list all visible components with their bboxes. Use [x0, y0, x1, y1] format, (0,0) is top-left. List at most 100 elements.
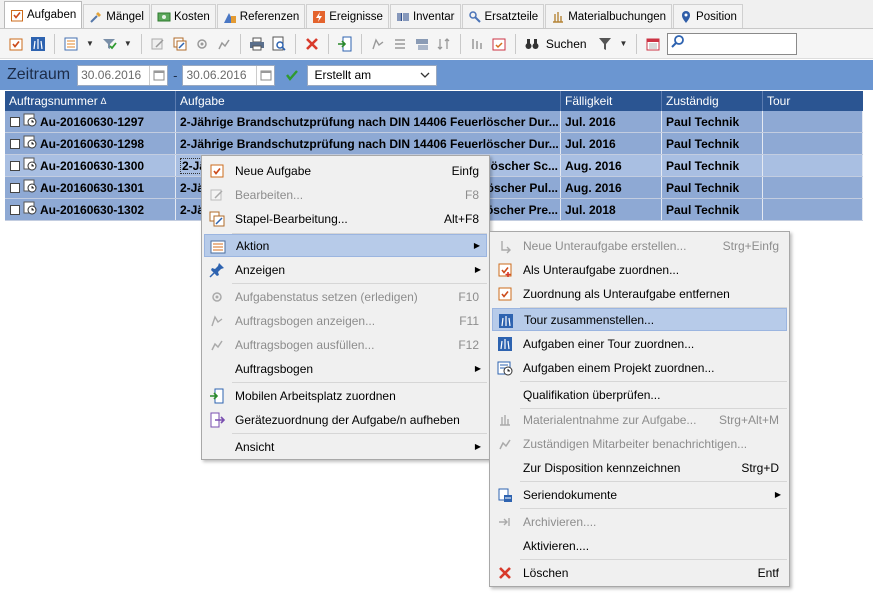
cell-aufgabe: 2-Jährige Brandschutzprüfung nach DIN 14…: [176, 133, 561, 154]
menu-item-ansicht[interactable]: Ansicht ▶: [204, 435, 487, 458]
toolbar-separator: [459, 33, 461, 54]
row-checkbox[interactable]: [10, 116, 20, 127]
edit-icon: [209, 187, 225, 203]
batch-edit-icon[interactable]: [170, 34, 190, 54]
menu-item-geraetezuordnung[interactable]: Gerätezuordnung der Aufgabe/n aufheben: [204, 408, 487, 431]
step-icon[interactable]: [390, 34, 410, 54]
column-header-tour[interactable]: Tour: [763, 91, 863, 111]
delete-icon[interactable]: [302, 34, 322, 54]
submenu-item-projekt-zuordnen[interactable]: Aufgaben einem Projekt zuordnen...: [492, 356, 787, 379]
notify-icon: [497, 436, 513, 452]
row-checkbox[interactable]: [10, 182, 20, 193]
tab-label: Ereignisse: [329, 10, 383, 23]
task-clock-icon: [23, 135, 37, 152]
route-assign-icon[interactable]: [412, 34, 432, 54]
submenu-item-tour-zuordnen[interactable]: Aufgaben einer Tour zuordnen...: [492, 332, 787, 355]
sequence-icon[interactable]: [467, 34, 487, 54]
column-header-aufgabe[interactable]: Aufgabe: [176, 91, 561, 111]
chevron-down-icon[interactable]: ▼: [124, 39, 132, 48]
submenu-item-seriendokumente[interactable]: Seriendokumente ▶: [492, 483, 787, 506]
menu-item-mobilen-arbeitsplatz[interactable]: Mobilen Arbeitsplatz zuordnen: [204, 384, 487, 407]
menu-item-aktion[interactable]: Aktion ▶: [204, 234, 487, 257]
row-checkbox[interactable]: [10, 204, 20, 215]
submenu-item-materialentnahme[interactable]: Materialentnahme zur Aufgabe... Strg+Alt…: [492, 408, 787, 431]
toolbar-separator: [140, 33, 142, 54]
status-icon[interactable]: [192, 34, 212, 54]
column-header-zustaendig[interactable]: Zuständig: [662, 91, 763, 111]
tab-ersatzteile[interactable]: Ersatzteile: [461, 4, 545, 28]
menu-item-auftragsbogen-ausfuellen[interactable]: Auftragsbogen ausfüllen... F12: [204, 333, 487, 356]
menu-label: Zuständigen Mitarbeiter benachrichtigen.…: [523, 436, 748, 451]
submenu-item-aktivieren[interactable]: Aktivieren....: [492, 534, 787, 557]
toolbar-separator: [327, 33, 329, 54]
submenu-item-als-unteraufgabe[interactable]: Als Unteraufgabe zuordnen...: [492, 258, 787, 281]
print-preview-icon[interactable]: [269, 34, 289, 54]
calendar-check-icon[interactable]: [489, 34, 509, 54]
search-input[interactable]: [667, 32, 798, 55]
menu-item-auftragsbogen-anzeigen[interactable]: Auftragsbogen anzeigen... F11: [204, 309, 487, 332]
submenu-item-neue-unteraufgabe[interactable]: Neue Unteraufgabe erstellen... Strg+Einf…: [492, 234, 787, 257]
row-checkbox[interactable]: [10, 138, 20, 149]
submenu-item-zuordnung-entfernen[interactable]: Zuordnung als Unteraufgabe entfernen: [492, 282, 787, 305]
list-view-icon[interactable]: [61, 34, 81, 54]
calendar-icon[interactable]: [643, 34, 663, 54]
menu-shortcut: Entf: [757, 565, 779, 580]
row-checkbox[interactable]: [10, 160, 20, 171]
edit-icon[interactable]: [148, 34, 168, 54]
submenu-item-benachrichtigen[interactable]: Zuständigen Mitarbeiter benachrichtigen.…: [492, 432, 787, 455]
tab-referenzen[interactable]: Referenzen: [216, 4, 306, 28]
filter-check-icon[interactable]: [99, 34, 119, 54]
tab-aufgaben[interactable]: Aufgaben: [4, 1, 83, 28]
submenu-item-loeschen[interactable]: Löschen Entf: [492, 561, 787, 584]
form-fill-icon[interactable]: [214, 34, 234, 54]
menu-shortcut: F8: [464, 187, 479, 202]
menu-label: Archivieren....: [523, 514, 597, 529]
menu-item-auftragsbogen[interactable]: Auftragsbogen ▶: [204, 357, 487, 380]
tab-materialbuchungen[interactable]: Materialbuchungen: [545, 4, 673, 28]
calendar-dropdown-icon[interactable]: [256, 65, 274, 85]
date-field-select[interactable]: Erstellt am: [307, 64, 438, 86]
calendar-dropdown-icon[interactable]: [149, 65, 167, 85]
assign-mobile-icon[interactable]: [335, 34, 355, 54]
cell-auftragsnummer: Au-20160630-1302: [5, 199, 176, 220]
search-label[interactable]: Suchen: [546, 37, 587, 51]
menu-item-anzeigen[interactable]: Anzeigen ▶: [204, 258, 487, 281]
table-row[interactable]: Au-20160630-1297 2-Jährige Brandschutzpr…: [5, 111, 863, 133]
tab-ereignisse[interactable]: Ereignisse: [306, 4, 389, 28]
print-icon[interactable]: [247, 34, 267, 54]
apply-check-icon[interactable]: [285, 68, 299, 82]
cell-zustaendig: Paul Technik: [662, 111, 763, 132]
chevron-down-icon[interactable]: ▼: [620, 39, 628, 48]
funnel-icon[interactable]: [595, 34, 615, 54]
submenu-item-disposition[interactable]: Zur Disposition kennzeichnen Strg+D: [492, 456, 787, 479]
chevron-down-icon[interactable]: ▼: [86, 39, 94, 48]
tab-kosten[interactable]: Kosten: [150, 4, 216, 28]
date-from-field[interactable]: 30.06.2016: [77, 64, 169, 86]
order-number: Au-20160630-1300: [40, 158, 145, 173]
menu-item-bearbeiten[interactable]: Bearbeiten... F8: [204, 183, 487, 206]
column-header-auftragsnummer[interactable]: Auftragsnummer ∆: [5, 91, 176, 111]
submenu-item-archivieren[interactable]: Archivieren....: [492, 510, 787, 533]
sort-icon[interactable]: [434, 34, 454, 54]
date-to-field[interactable]: 30.06.2016: [182, 64, 276, 86]
form-view-icon[interactable]: [368, 34, 388, 54]
new-task-icon: [209, 163, 225, 179]
tab-position[interactable]: Position: [673, 4, 743, 28]
binoculars-icon[interactable]: [522, 34, 542, 54]
submenu-item-qualifikation[interactable]: Qualifikation überprüfen...: [492, 383, 787, 406]
task-check-icon[interactable]: [6, 34, 26, 54]
toolbar-separator: [514, 33, 516, 54]
menu-label: Gerätezuordnung der Aufgabe/n aufheben: [235, 412, 460, 427]
menu-item-neue-aufgabe[interactable]: Neue Aufgabe Einfg: [204, 159, 487, 182]
cell-tour: [763, 133, 863, 154]
column-header-faelligkeit[interactable]: Fälligkeit: [561, 91, 662, 111]
menu-label: Auftragsbogen anzeigen...: [235, 313, 376, 328]
tab-inventar[interactable]: Inventar: [389, 4, 461, 28]
route-icon[interactable]: [28, 34, 48, 54]
menu-item-aufgabenstatus[interactable]: Aufgabenstatus setzen (erledigen) F10: [204, 285, 487, 308]
menu-separator: [232, 433, 487, 434]
menu-item-stapel-bearbeitung[interactable]: Stapel-Bearbeitung... Alt+F8: [204, 207, 487, 230]
submenu-item-tour-zusammenstellen[interactable]: Tour zusammenstellen...: [492, 308, 787, 331]
tab-maengel[interactable]: Mängel: [83, 4, 150, 28]
table-row[interactable]: Au-20160630-1298 2-Jährige Brandschutzpr…: [5, 133, 863, 155]
